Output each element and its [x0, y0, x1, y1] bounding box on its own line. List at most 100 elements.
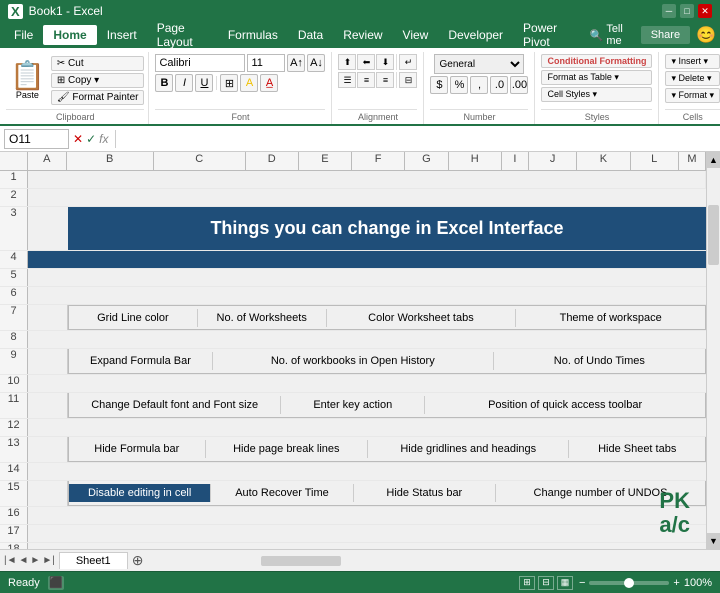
row-header[interactable]: 13: [0, 437, 28, 462]
name-box[interactable]: [4, 129, 69, 149]
row-header[interactable]: 8: [0, 331, 28, 348]
cell[interactable]: [28, 375, 706, 392]
merge-center-button[interactable]: ⊟: [399, 72, 417, 88]
menu-insert[interactable]: Insert: [97, 25, 147, 45]
page-layout-button[interactable]: ⊟: [538, 576, 554, 590]
col-header-a[interactable]: A: [28, 152, 67, 170]
normal-view-button[interactable]: ⊞: [519, 576, 535, 590]
page-break-preview-button[interactable]: ▦: [557, 576, 573, 590]
number-format-select[interactable]: General Number Currency: [434, 54, 524, 74]
row-header[interactable]: 1: [0, 171, 28, 188]
format-painter-button[interactable]: 🖌 Format Painter: [51, 90, 145, 105]
bold-button[interactable]: B: [155, 74, 173, 92]
add-sheet-button[interactable]: ⊕: [132, 552, 144, 569]
col-header-e[interactable]: E: [299, 152, 352, 170]
cell[interactable]: [28, 207, 68, 250]
zoom-slider[interactable]: [589, 581, 669, 585]
col-header-f[interactable]: F: [352, 152, 405, 170]
menu-page-layout[interactable]: Page Layout: [147, 18, 218, 52]
percent-button[interactable]: %: [450, 76, 468, 94]
cell[interactable]: [28, 349, 68, 374]
horizontal-scrollbar[interactable]: [147, 555, 716, 567]
cell-hide-gridlines[interactable]: Hide gridlines and headings: [368, 440, 569, 458]
middle-align-button[interactable]: ⬅: [357, 54, 375, 70]
comma-button[interactable]: ,: [470, 76, 488, 94]
copy-button[interactable]: ⊞ Copy ▾: [51, 73, 145, 88]
zoom-level-label[interactable]: 100%: [684, 577, 712, 589]
cell-styles-button[interactable]: Cell Styles ▾: [541, 87, 652, 102]
row-header[interactable]: 9: [0, 349, 28, 374]
border-button[interactable]: ⊞: [220, 74, 238, 92]
col-header-b[interactable]: B: [67, 152, 154, 170]
cell-undo-times[interactable]: No. of Undo Times: [494, 352, 705, 370]
row-header[interactable]: 7: [0, 305, 28, 330]
format-cells-button[interactable]: ▾ Format ▾: [665, 88, 720, 103]
col-header-i[interactable]: I: [502, 152, 529, 170]
cancel-icon[interactable]: ✕: [73, 132, 83, 146]
menu-data[interactable]: Data: [288, 25, 333, 45]
row-header[interactable]: 6: [0, 287, 28, 304]
currency-button[interactable]: $: [430, 76, 448, 94]
vertical-scrollbar[interactable]: ▲ ▼: [706, 152, 720, 549]
cell[interactable]: [28, 543, 706, 549]
title-bar-controls[interactable]: ─ □ ✕: [662, 4, 712, 18]
row-header[interactable]: 3: [0, 207, 28, 250]
decrease-font-button[interactable]: A↓: [307, 54, 325, 72]
top-align-button[interactable]: ⬆: [338, 54, 356, 70]
col-header-d[interactable]: D: [246, 152, 299, 170]
cell-hide-formula-bar[interactable]: Hide Formula bar: [69, 440, 206, 458]
menu-view[interactable]: View: [393, 25, 439, 45]
row-header[interactable]: 2: [0, 189, 28, 206]
menu-developer[interactable]: Developer: [438, 25, 513, 45]
cell[interactable]: [28, 525, 706, 542]
row-header[interactable]: 15: [0, 481, 28, 506]
cell-expand-formula-bar[interactable]: Expand Formula Bar: [69, 352, 213, 370]
cell-color-worksheet-tabs[interactable]: Color Worksheet tabs: [327, 309, 517, 327]
cell[interactable]: [28, 419, 706, 436]
menu-formulas[interactable]: Formulas: [218, 25, 288, 45]
font-size-input[interactable]: [247, 54, 285, 72]
col-header-g[interactable]: G: [405, 152, 449, 170]
col-header-m[interactable]: M: [679, 152, 706, 170]
increase-decimal-button[interactable]: .00: [510, 76, 528, 94]
cell-hide-page-break[interactable]: Hide page break lines: [206, 440, 368, 458]
cell[interactable]: [28, 507, 706, 524]
cell-grid-line-color[interactable]: Grid Line color: [69, 309, 198, 327]
cell[interactable]: [28, 251, 706, 268]
cell[interactable]: [28, 287, 706, 304]
row-header[interactable]: 12: [0, 419, 28, 436]
fx-icon[interactable]: fx: [99, 132, 108, 146]
cell[interactable]: [28, 463, 706, 480]
cell-workbooks-history[interactable]: No. of workbooks in Open History: [213, 352, 494, 370]
cell-default-font[interactable]: Change Default font and Font size: [69, 396, 281, 414]
row-header[interactable]: 5: [0, 269, 28, 286]
row-header[interactable]: 17: [0, 525, 28, 542]
cell-enter-key-action[interactable]: Enter key action: [281, 396, 425, 414]
minimize-button[interactable]: ─: [662, 4, 676, 18]
menu-power-pivot[interactable]: Power Pivot: [513, 18, 582, 52]
h-scroll-thumb[interactable]: [261, 556, 341, 566]
conditional-formatting-button[interactable]: Conditional Formatting: [541, 54, 652, 68]
cell-disable-editing[interactable]: Disable editing in cell: [69, 484, 211, 502]
formula-input[interactable]: [123, 131, 716, 147]
format-as-table-button[interactable]: Format as Table ▾: [541, 70, 652, 85]
menu-file[interactable]: File: [4, 25, 43, 45]
wrap-text-button[interactable]: ↵: [399, 54, 417, 70]
cell[interactable]: [28, 331, 706, 348]
scroll-up-button[interactable]: ▲: [707, 152, 720, 168]
cell[interactable]: [28, 305, 68, 330]
fill-color-button[interactable]: A: [240, 74, 258, 92]
sheet-tab-sheet1[interactable]: Sheet1: [59, 552, 128, 569]
col-header-l[interactable]: L: [631, 152, 679, 170]
cell-theme-workspace[interactable]: Theme of workspace: [516, 309, 705, 327]
tell-me-box[interactable]: 🔍 Tell me: [582, 20, 637, 50]
scroll-down-button[interactable]: ▼: [707, 533, 720, 549]
col-header-c[interactable]: C: [154, 152, 246, 170]
zoom-slider-thumb[interactable]: [624, 578, 634, 588]
macro-recording-button[interactable]: ⬛: [48, 576, 64, 590]
scroll-thumb[interactable]: [708, 205, 719, 265]
cell[interactable]: [28, 481, 68, 506]
left-align-button[interactable]: ☰: [338, 72, 356, 88]
sheet-nav-prev[interactable]: ◄: [19, 555, 29, 566]
zoom-plus-button[interactable]: +: [673, 577, 679, 589]
